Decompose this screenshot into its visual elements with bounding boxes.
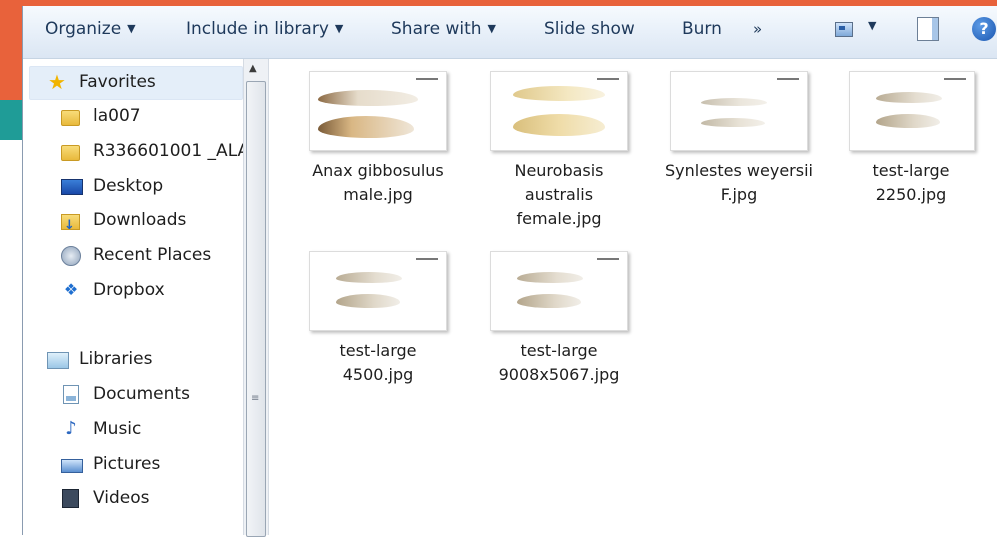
nav-item-label: R336601001 _ALA [93, 141, 250, 161]
nav-item-label: Downloads [93, 210, 187, 230]
share-with-button[interactable]: Share with ▼ [391, 16, 496, 42]
wing-shape [876, 114, 940, 128]
scale-bar-mark [777, 78, 799, 80]
command-bar: Organize ▼ Include in library ▼ Share with… [23, 6, 997, 59]
file-name-line: F.jpg [720, 185, 758, 204]
wing-shape [318, 90, 418, 106]
file-name: test-large 9008x5067.jpg [477, 339, 641, 387]
nav-item-label: Music [93, 419, 142, 439]
view-dropdown-icon[interactable]: ▼ [868, 19, 876, 32]
image-thumbnail [490, 251, 628, 331]
organize-button[interactable]: Organize ▼ [45, 16, 136, 42]
file-name-line: test-large [872, 161, 950, 180]
include-in-library-label: Include in library [186, 19, 329, 39]
burn-label: Burn [682, 19, 722, 39]
file-name-line: 9008x5067.jpg [498, 365, 620, 384]
image-thumbnail [849, 71, 975, 151]
organize-dropdown-icon: ▼ [127, 22, 136, 35]
file-name-line: Synlestes weyersii [665, 161, 813, 180]
include-dropdown-icon: ▼ [334, 22, 344, 35]
file-name-line: test-large [339, 341, 417, 360]
nav-item-label: Dropbox [93, 280, 165, 300]
nav-item-label: Desktop [93, 176, 164, 196]
navigation-pane: ★ Favorites la007 R336601001 _ALA Deskto… [23, 59, 249, 535]
share-dropdown-icon: ▼ [487, 22, 496, 35]
nav-item-label: Recent Places [93, 245, 212, 265]
include-in-library-button[interactable]: Include in library ▼ [186, 16, 343, 42]
wing-shape [876, 92, 942, 103]
wing-shape [336, 294, 400, 308]
wing-shape [517, 272, 583, 283]
file-name-line: 4500.jpg [342, 365, 414, 384]
chevron-more-icon: » [753, 20, 763, 38]
preview-pane-icon[interactable] [917, 17, 939, 41]
dropbox-icon: ❖ [63, 280, 79, 299]
file-name-line: male.jpg [343, 185, 413, 204]
scroll-thumb[interactable]: ≡ [246, 81, 266, 537]
scroll-up-icon[interactable]: ▲ [249, 63, 257, 74]
file-name: test-large 4500.jpg [296, 339, 460, 387]
nav-item-label: la007 [93, 106, 141, 126]
file-name-line: female.jpg [516, 209, 602, 228]
desktop-icon [61, 179, 83, 195]
libraries-icon [47, 352, 69, 369]
nav-item-label: Videos [93, 488, 150, 508]
wing-shape [513, 114, 605, 136]
help-icon[interactable]: ? [972, 17, 996, 41]
image-thumbnail [309, 71, 447, 151]
nav-favorites-label: Favorites [79, 72, 156, 92]
folder-icon [61, 145, 80, 161]
image-thumbnail [670, 71, 808, 151]
share-with-label: Share with [391, 19, 482, 39]
wing-shape [513, 86, 605, 101]
scale-bar-mark [944, 78, 966, 80]
star-icon: ★ [48, 70, 66, 94]
file-name-line: australis [524, 185, 594, 204]
file-name: Synlestes weyersii F.jpg [657, 159, 821, 207]
music-icon: ♪ [65, 418, 77, 439]
downloads-icon [61, 211, 80, 241]
burn-button[interactable]: Burn [682, 16, 722, 42]
change-view-icon[interactable] [835, 22, 853, 37]
file-list: Anax gibbosulus male.jpg Neurobasis aust… [269, 59, 997, 535]
file-name: Neurobasis australis female.jpg [477, 159, 641, 231]
more-commands-button[interactable]: » [753, 16, 762, 42]
scale-bar-mark [416, 78, 438, 80]
grip-icon: ≡ [251, 393, 260, 404]
image-thumbnail [309, 251, 447, 331]
recent-places-icon [61, 246, 81, 266]
pictures-icon [61, 459, 83, 473]
wing-shape [517, 294, 581, 308]
nav-item-label: Pictures [93, 454, 161, 474]
wing-shape [318, 116, 414, 138]
wing-shape [336, 272, 402, 283]
file-name: test-large 2250.jpg [836, 159, 986, 207]
file-name: Anax gibbosulus male.jpg [296, 159, 460, 207]
nav-item-label: Documents [93, 384, 190, 404]
file-name-line: Anax gibbosulus [312, 161, 444, 180]
desktop-background-teal [0, 100, 22, 140]
scale-bar-mark [597, 258, 619, 260]
wing-shape [701, 98, 767, 106]
file-name-line: Neurobasis [514, 161, 604, 180]
slide-show-button[interactable]: Slide show [544, 16, 635, 42]
image-thumbnail [490, 71, 628, 151]
wing-shape [701, 118, 765, 127]
file-name-line: 2250.jpg [875, 185, 947, 204]
folder-icon [61, 110, 80, 126]
scale-bar-mark [597, 78, 619, 80]
desktop-background-orange [0, 0, 22, 100]
nav-libraries-label: Libraries [79, 349, 153, 369]
explorer-window: Organize ▼ Include in library ▼ Share with… [22, 6, 997, 537]
slide-show-label: Slide show [544, 19, 635, 39]
organize-label: Organize [45, 19, 122, 39]
file-name-line: test-large [520, 341, 598, 360]
documents-icon [63, 385, 79, 404]
scale-bar-mark [416, 258, 438, 260]
videos-icon [62, 489, 79, 508]
nav-scrollbar[interactable]: ▲ ≡ [243, 59, 269, 537]
